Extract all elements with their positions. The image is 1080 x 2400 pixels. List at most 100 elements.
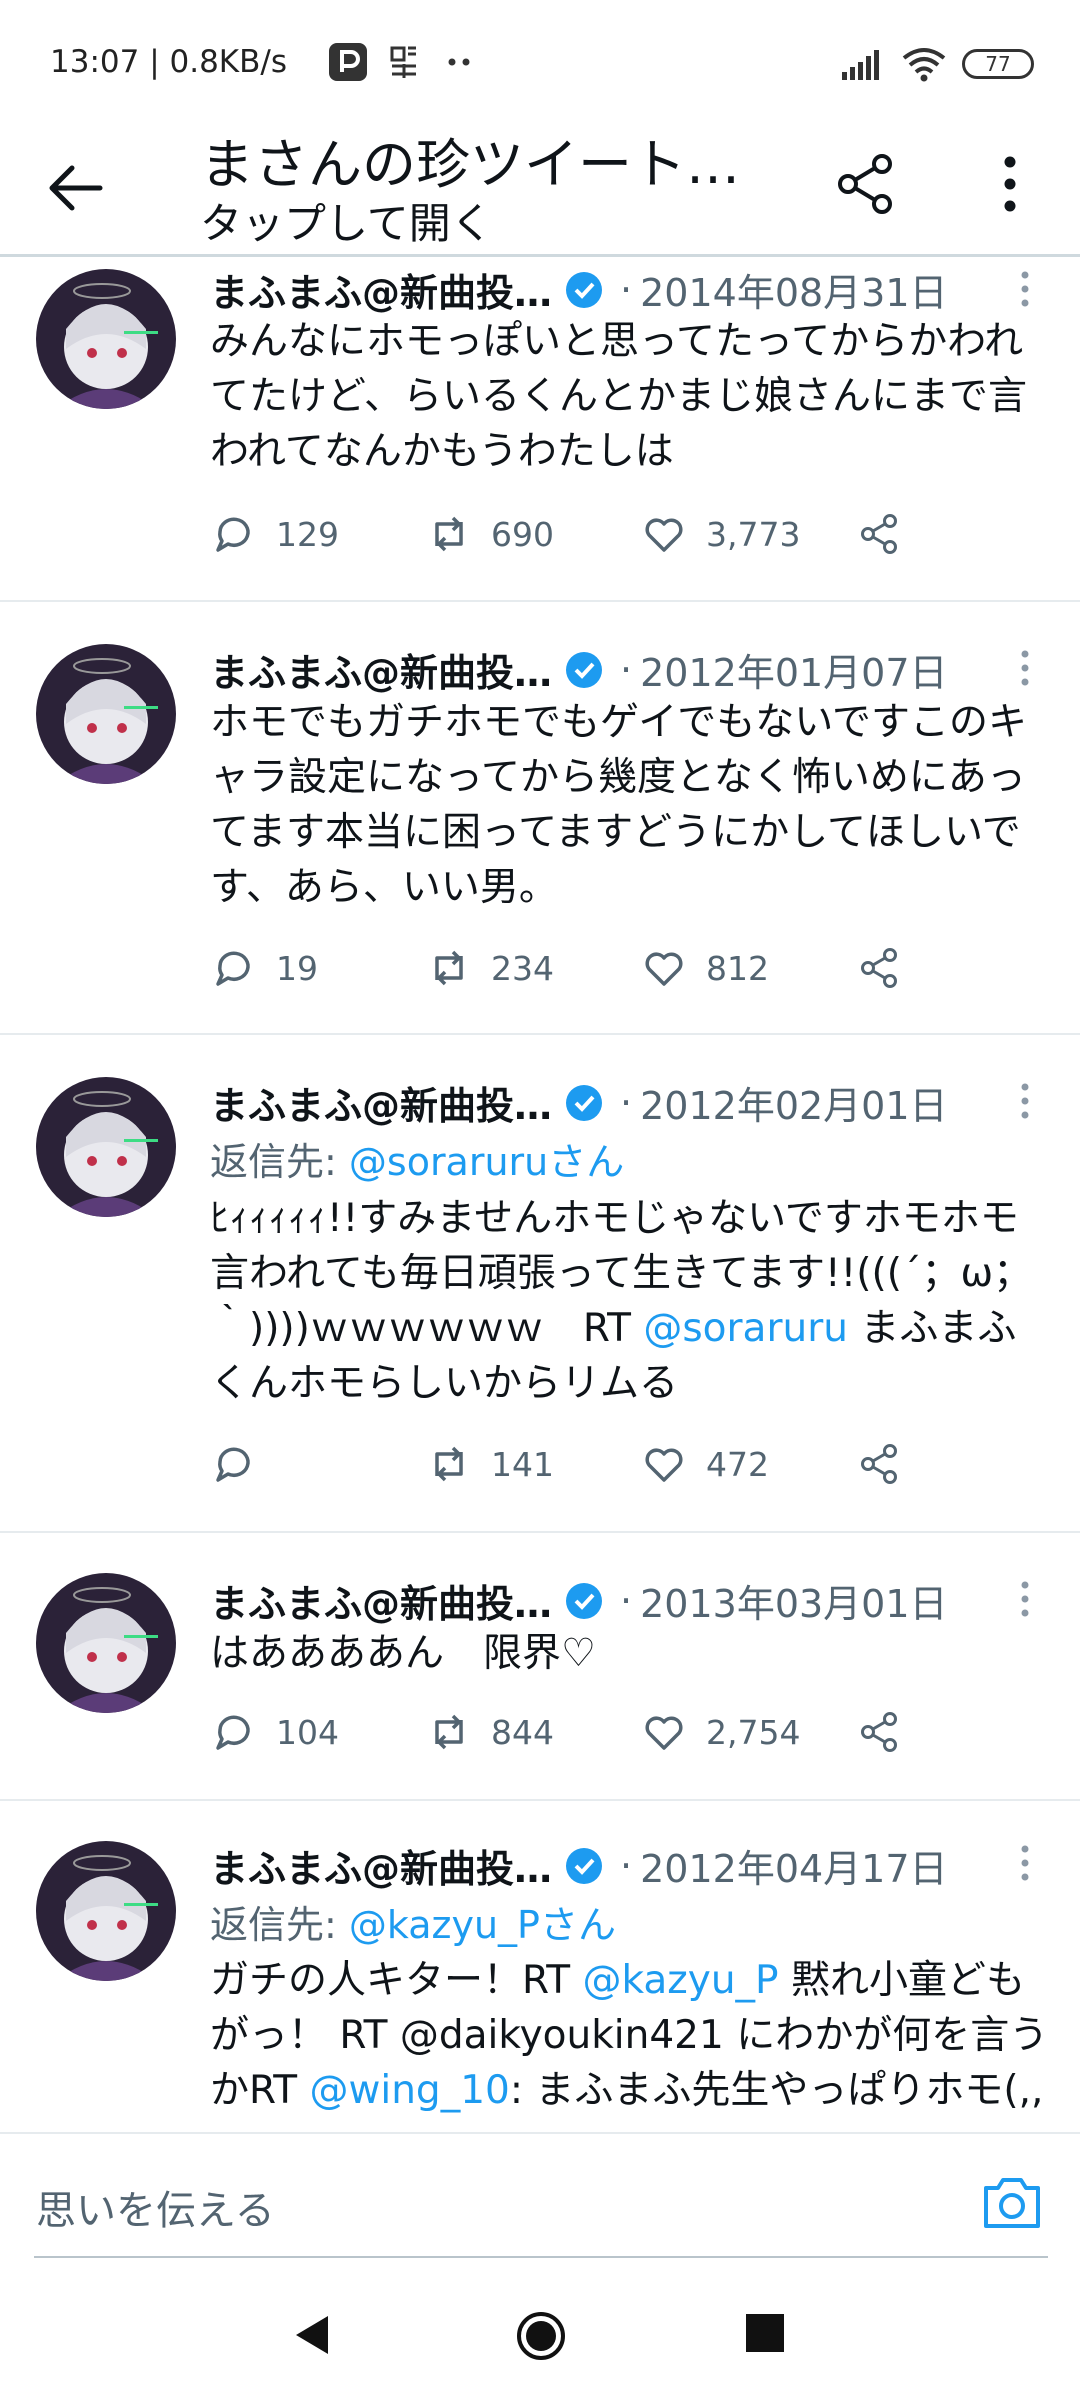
tweet-more-icon[interactable]: [1010, 648, 1040, 688]
tweet-card[interactable]: まふまふ@新曲投… · 2013年03月01日 はああああん 限界♡ 104 8…: [0, 1533, 1080, 1801]
like-count: 472: [706, 1444, 769, 1484]
reply-to-mention[interactable]: @soraruruさん: [349, 1140, 624, 1184]
separator-dot: ·: [620, 647, 633, 692]
tweet-more-icon[interactable]: [1010, 1843, 1040, 1883]
verified-badge-icon: [566, 1084, 603, 1121]
reply-to-prefix: 返信先:: [210, 1903, 349, 1947]
tweet-more-icon[interactable]: [1010, 1081, 1040, 1121]
user-name[interactable]: まふまふ@新曲投…: [210, 1838, 552, 1893]
retweet-icon: [435, 1714, 463, 1750]
composer-underline: [34, 2256, 1048, 2258]
tweet-header: まふまふ@新曲投… · 2012年04月17日: [210, 1838, 948, 1893]
tweet-date[interactable]: 2012年01月07日: [640, 642, 947, 697]
reply-icon: [216, 951, 250, 986]
separator-dot: ·: [620, 267, 633, 312]
status-right-group: 77: [842, 46, 1034, 82]
tweet-more-icon[interactable]: [1010, 1579, 1040, 1619]
composer-input[interactable]: 思いを伝える: [36, 2178, 275, 2236]
user-name[interactable]: まふまふ@新曲投…: [210, 262, 552, 317]
reply-icon: [216, 517, 250, 552]
user-name[interactable]: まふまふ@新曲投…: [210, 1075, 552, 1130]
like-action[interactable]: 2,754: [640, 1708, 855, 1756]
page-subtitle[interactable]: タップして開く: [200, 190, 493, 251]
more-notifications-icon: [448, 58, 470, 66]
share-action[interactable]: [855, 1440, 903, 1488]
share-icon: [861, 1712, 897, 1752]
avatar[interactable]: [36, 644, 176, 784]
heart-icon: [645, 1716, 683, 1750]
avatar[interactable]: [36, 1077, 176, 1217]
avatar[interactable]: [36, 1841, 176, 1981]
reply-action[interactable]: [210, 1440, 425, 1488]
mention-link[interactable]: @soraruru: [643, 1306, 848, 1351]
tweet-more-icon[interactable]: [1010, 269, 1040, 309]
status-bar: 13:07 | 0.8KB/s 77: [0, 0, 1080, 120]
retweet-count: 690: [491, 514, 554, 554]
tweet-date[interactable]: 2012年02月01日: [640, 1075, 947, 1130]
system-nav-bar: [0, 2272, 1080, 2400]
reply-to-mention[interactable]: @kazyu_Pさん: [349, 1903, 616, 1947]
share-icon: [861, 1444, 897, 1484]
back-arrow-icon[interactable]: [40, 152, 112, 224]
reply-count: 129: [276, 514, 339, 554]
app-header: まさんの珍ツイート… タップして開く: [0, 120, 1080, 255]
share-action[interactable]: [855, 1708, 903, 1756]
reply-to-line: 返信先: @kazyu_Pさん: [210, 1894, 616, 1949]
camera-icon[interactable]: [980, 2172, 1044, 2232]
like-action[interactable]: 472: [640, 1440, 855, 1488]
nav-recents-icon[interactable]: [746, 2314, 784, 2352]
avatar[interactable]: [36, 269, 176, 409]
verified-badge-icon: [566, 1582, 603, 1619]
like-count: 812: [706, 948, 769, 988]
tweet-card[interactable]: まふまふ@新曲投… · 2012年02月01日 返信先: @soraruruさん…: [0, 1035, 1080, 1533]
mention-link[interactable]: @kazyu_P: [582, 1958, 778, 2003]
tweet-card[interactable]: まふまふ@新曲投… · 2014年08月31日 みんなにホモっぽいと思ってたって…: [0, 257, 1080, 602]
nav-home-icon[interactable]: [515, 2310, 567, 2362]
reply-icon: [216, 1447, 250, 1482]
share-icon: [861, 948, 897, 988]
heart-icon: [645, 952, 683, 986]
retweet-action[interactable]: 141: [425, 1440, 640, 1488]
tweet-date[interactable]: 2012年04月17日: [640, 1838, 947, 1893]
user-name[interactable]: まふまふ@新曲投…: [210, 1573, 552, 1628]
nav-back-icon[interactable]: [290, 2312, 336, 2358]
tweet-text-part: : まふまふ先生やっぱりホモ(,,: [509, 2068, 1044, 2113]
tweet-card[interactable]: まふまふ@新曲投… · 2012年01月07日 ホモでもガチホモでもゲイでもない…: [0, 602, 1080, 1035]
tweet-date[interactable]: 2013年03月01日: [640, 1573, 947, 1628]
tweet-actions: 19 234 812: [210, 944, 903, 992]
reply-action[interactable]: 19: [210, 944, 425, 992]
overflow-menu-icon[interactable]: [980, 148, 1040, 220]
retweet-action[interactable]: 234: [425, 944, 640, 992]
app-notification-icon: [390, 46, 416, 78]
verified-badge-icon: [566, 1847, 603, 1884]
tweet-actions: 141 472: [210, 1440, 903, 1488]
tweet-header: まふまふ@新曲投… · 2014年08月31日: [210, 262, 948, 317]
mention-link[interactable]: @wing_10: [309, 2068, 509, 2113]
separator-dot: ·: [620, 1578, 633, 1623]
tweet-text: ﾋｨｨｨｨｨ!!すみませんホモじゃないですホモホモ言われても毎日頑張って生きてま…: [210, 1191, 1050, 1411]
user-name[interactable]: まふまふ@新曲投…: [210, 642, 552, 697]
separator-dot: ·: [620, 1843, 633, 1888]
like-count: 3,773: [706, 514, 801, 554]
reply-action[interactable]: 104: [210, 1708, 425, 1756]
share-action[interactable]: [855, 944, 903, 992]
tweet-text: ガチの人キター！RT @kazyu_P 黙れ小童どもがっ！ RT @daikyo…: [210, 1953, 1050, 2118]
share-action[interactable]: [855, 510, 903, 558]
page-title[interactable]: まさんの珍ツイート…: [200, 120, 740, 199]
like-action[interactable]: 812: [640, 944, 855, 992]
retweet-count: 141: [491, 1444, 554, 1484]
tweet-date[interactable]: 2014年08月31日: [640, 262, 947, 317]
retweet-action[interactable]: 690: [425, 510, 640, 558]
reply-action[interactable]: 129: [210, 510, 425, 558]
share-icon: [861, 514, 897, 554]
tweet-header: まふまふ@新曲投… · 2012年02月01日: [210, 1075, 948, 1130]
retweet-icon: [435, 950, 463, 986]
tweet-card[interactable]: まふまふ@新曲投… · 2012年04月17日 返信先: @kazyu_Pさん …: [0, 1801, 1080, 2132]
like-action[interactable]: 3,773: [640, 510, 855, 558]
share-icon[interactable]: [830, 148, 902, 220]
tweet-text: ホモでもガチホモでもゲイでもないですこのキャラ設定になってから幾度となく怖いめに…: [210, 700, 1028, 910]
avatar[interactable]: [36, 1573, 176, 1713]
retweet-action[interactable]: 844: [425, 1708, 640, 1756]
retweet-count: 234: [491, 948, 554, 988]
reply-to-line: 返信先: @soraruruさん: [210, 1131, 624, 1186]
